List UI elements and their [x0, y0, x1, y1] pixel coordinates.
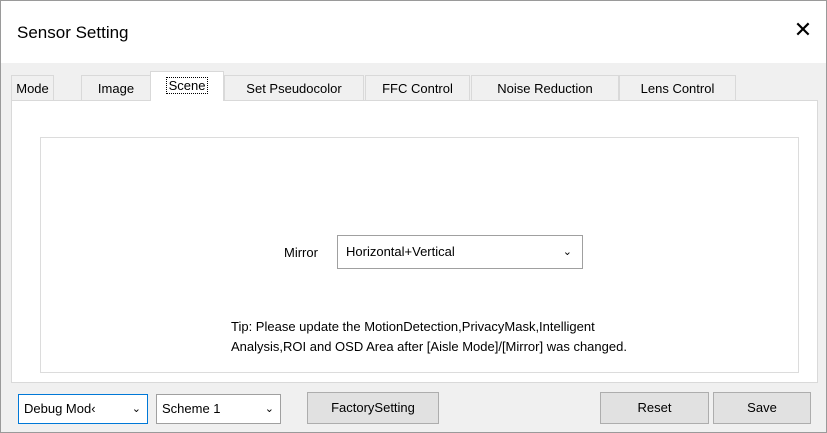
tip-text: Tip: Please update the MotionDetection,P… — [231, 317, 627, 357]
mirror-label: Mirror — [284, 245, 318, 260]
scheme-select-value: Scheme 1 — [162, 401, 221, 416]
tab-noise-reduction[interactable]: Noise Reduction — [471, 75, 619, 100]
tab-label: FFC Control — [382, 81, 453, 96]
chevron-down-icon: ⌄ — [562, 246, 572, 258]
tip-line-2: Analysis,ROI and OSD Area after [Aisle M… — [231, 339, 627, 354]
reset-button[interactable]: Reset — [600, 392, 709, 424]
window-title: Sensor Setting — [17, 23, 129, 42]
close-icon[interactable]: ✕ — [788, 15, 818, 45]
tab-mode[interactable]: Mode — [11, 75, 54, 100]
title-bar: Sensor Setting ✕ — [1, 1, 826, 63]
chevron-down-icon: ⌄ — [131, 403, 141, 415]
tab-label: Scene — [165, 77, 209, 94]
tip-line-1: Tip: Please update the MotionDetection,P… — [231, 319, 595, 334]
tab-set-pseudocolor[interactable]: Set Pseudocolor — [224, 75, 364, 100]
tab-image[interactable]: Image — [81, 75, 151, 100]
save-button[interactable]: Save — [713, 392, 811, 424]
chevron-down-icon: ⌄ — [264, 403, 274, 415]
tab-label: Image — [97, 81, 135, 96]
mode-select-value: Debug Mod‹ — [24, 401, 96, 416]
tab-lens-control[interactable]: Lens Control — [619, 75, 736, 100]
tab-scene[interactable]: Scene — [150, 71, 224, 101]
tab-ffc-control[interactable]: FFC Control — [365, 75, 470, 100]
sensor-setting-dialog: Sensor Setting ✕ Mode Image Scene Set Ps… — [0, 0, 827, 433]
tab-label: Mode — [16, 81, 49, 96]
factory-setting-button[interactable]: FactorySetting — [307, 392, 439, 424]
mirror-select[interactable]: Horizontal+Vertical ⌄ — [337, 235, 583, 269]
tab-label: Lens Control — [640, 81, 715, 96]
tab-label: Set Pseudocolor — [246, 81, 342, 96]
scheme-select[interactable]: Scheme 1 ⌄ — [156, 394, 281, 424]
tab-label: Noise Reduction — [497, 81, 593, 96]
mirror-select-value: Horizontal+Vertical — [346, 244, 455, 259]
mode-select[interactable]: Debug Mod‹ ⌄ — [18, 394, 148, 424]
